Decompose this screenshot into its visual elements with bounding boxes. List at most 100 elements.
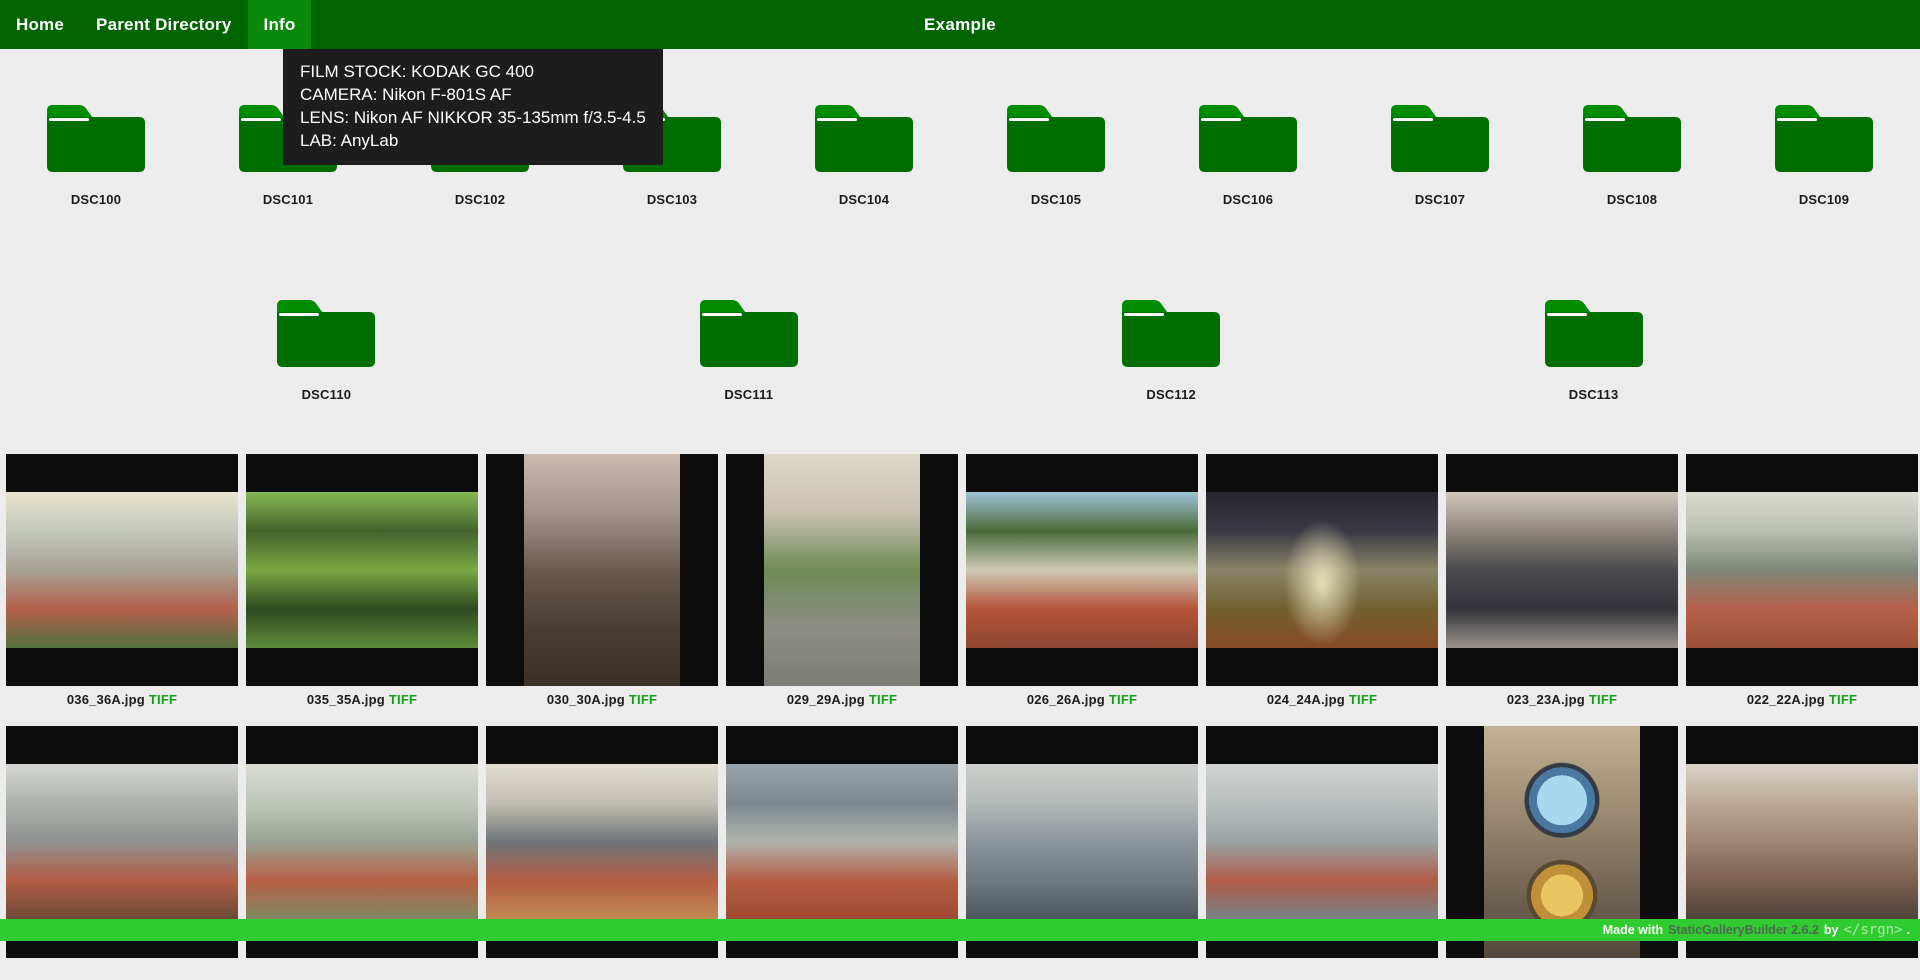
- photo-item-024_24A[interactable]: 024_24A.jpg TIFF: [1206, 454, 1438, 708]
- folder-label: DSC113: [1569, 387, 1619, 402]
- photo-item-row2-3[interactable]: [486, 726, 718, 980]
- photo-filename: 029_29A.jpg: [787, 692, 865, 707]
- folder-dsc105[interactable]: DSC105: [960, 99, 1152, 294]
- folder-icon: [276, 294, 376, 367]
- folder-dsc113[interactable]: DSC113: [1498, 294, 1690, 402]
- photo-filename: 024_24A.jpg: [1267, 692, 1345, 707]
- photo-format-link[interactable]: TIFF: [1829, 692, 1857, 707]
- footer-brand-link[interactable]: </srgn>: [1844, 922, 1903, 938]
- photo-item-036_36A[interactable]: 036_36A.jpgTIFF: [6, 454, 238, 708]
- photo-format-link[interactable]: TIFF: [1589, 692, 1617, 707]
- photo-cell[interactable]: [726, 454, 958, 686]
- photo-item-row2-1[interactable]: [6, 726, 238, 980]
- photo-item-022_22A[interactable]: 022_22A.jpgTIFF: [1686, 454, 1918, 708]
- photo-cell[interactable]: [246, 454, 478, 686]
- tooltip-line: CAMERA: Nikon F-801S AF: [300, 83, 646, 106]
- photo-thumbnail: [1206, 764, 1438, 920]
- photo-cell[interactable]: [486, 454, 718, 686]
- photo-format-link[interactable]: TIFF: [389, 692, 417, 707]
- photo-thumbnail: [246, 764, 478, 920]
- photo-item-030_30A[interactable]: 030_30A.jpg TIFF: [486, 454, 718, 708]
- photo-item-row2-2[interactable]: [246, 726, 478, 980]
- photo-cell[interactable]: [1446, 454, 1678, 686]
- folder-label: DSC101: [263, 192, 313, 207]
- tooltip-line: LENS: Nikon AF NIKKOR 35-135mm f/3.5-4.5: [300, 106, 646, 129]
- photo-item-row2-6[interactable]: [1206, 726, 1438, 980]
- folder-label: DSC112: [1146, 387, 1196, 402]
- photo-thumbnail: [1206, 492, 1438, 648]
- tooltip-line: LAB: AnyLab: [300, 129, 646, 152]
- footer-bar: Made with StaticGalleryBuilder 2.6.2 by …: [0, 919, 1920, 941]
- photo-label: [1206, 964, 1438, 980]
- folder-dsc100[interactable]: DSC100: [0, 99, 192, 294]
- folder-dsc110[interactable]: DSC110: [230, 294, 422, 402]
- folder-label: DSC105: [1031, 192, 1081, 207]
- folder-label: DSC100: [71, 192, 121, 207]
- folder-icon: [1390, 99, 1490, 172]
- folder-dsc112[interactable]: DSC112: [1075, 294, 1267, 402]
- folder-dsc107[interactable]: DSC107: [1344, 99, 1536, 294]
- photo-item-023_23A[interactable]: 023_23A.jpg TIFF: [1446, 454, 1678, 708]
- footer-made-with: Made with: [1603, 923, 1663, 937]
- photo-label: [486, 964, 718, 980]
- photo-label: 026_26A.jpg TIFF: [966, 692, 1198, 708]
- photo-thumbnail: [726, 764, 958, 920]
- photo-item-row2-4[interactable]: [726, 726, 958, 980]
- folder-label: DSC103: [647, 192, 697, 207]
- photo-format-link[interactable]: TIFF: [149, 692, 177, 707]
- folder-label: DSC102: [455, 192, 505, 207]
- photo-item-row2-8[interactable]: [1686, 726, 1918, 980]
- photo-filename: 035_35A.jpg: [307, 692, 385, 707]
- photo-format-link[interactable]: TIFF: [629, 692, 657, 707]
- photo-grid: 036_36A.jpgTIFF035_35A.jpgTIFF030_30A.jp…: [0, 454, 1920, 980]
- nav-items: HomeParent DirectoryInfo: [0, 0, 311, 49]
- folder-label: DSC111: [724, 387, 773, 402]
- nav-bar: HomeParent DirectoryInfo Example: [0, 0, 1920, 49]
- photo-label: 035_35A.jpg TIFF: [246, 692, 478, 708]
- folder-icon: [1121, 294, 1221, 367]
- nav-item-home[interactable]: Home: [0, 0, 80, 49]
- photo-cell[interactable]: [1686, 454, 1918, 686]
- page-title: Example: [924, 0, 996, 49]
- photo-item-029_29A[interactable]: 029_29A.jpg TIFF: [726, 454, 958, 708]
- photo-thumbnail: [524, 454, 680, 686]
- photo-format-link[interactable]: TIFF: [869, 692, 897, 707]
- photo-cell[interactable]: [6, 454, 238, 686]
- photo-thumbnail: [246, 492, 478, 648]
- photo-format-link[interactable]: TIFF: [1109, 692, 1137, 707]
- nav-item-parent-directory[interactable]: Parent Directory: [80, 0, 247, 49]
- nav-item-info[interactable]: Info: [248, 0, 312, 49]
- photo-item-row2-7[interactable]: [1446, 726, 1678, 980]
- photo-filename: 023_23A.jpg: [1507, 692, 1585, 707]
- photo-label: 029_29A.jpg TIFF: [726, 692, 958, 708]
- photo-cell[interactable]: [1206, 454, 1438, 686]
- folder-label: DSC104: [839, 192, 889, 207]
- photo-thumbnail: [6, 492, 238, 648]
- photo-label: [6, 964, 238, 980]
- photo-filename: 030_30A.jpg: [547, 692, 625, 707]
- folder-icon: [1774, 99, 1874, 172]
- photo-label: 023_23A.jpg TIFF: [1446, 692, 1678, 708]
- photo-item-026_26A[interactable]: 026_26A.jpg TIFF: [966, 454, 1198, 708]
- folder-dsc104[interactable]: DSC104: [768, 99, 960, 294]
- photo-thumbnail: [966, 764, 1198, 920]
- folder-icon: [1006, 99, 1106, 172]
- photo-thumbnail: [486, 764, 718, 920]
- folder-dsc109[interactable]: DSC109: [1728, 99, 1920, 294]
- photo-cell[interactable]: [966, 454, 1198, 686]
- photo-thumbnail: [1686, 492, 1918, 648]
- photo-item-035_35A[interactable]: 035_35A.jpg TIFF: [246, 454, 478, 708]
- folder-icon: [1582, 99, 1682, 172]
- footer-by: by: [1824, 923, 1839, 937]
- photo-label: 030_30A.jpg TIFF: [486, 692, 718, 708]
- photo-thumbnail: [1686, 764, 1918, 920]
- folder-dsc106[interactable]: DSC106: [1152, 99, 1344, 294]
- photo-format-link[interactable]: TIFF: [1349, 692, 1377, 707]
- folder-icon: [1544, 294, 1644, 367]
- photo-item-row2-5[interactable]: [966, 726, 1198, 980]
- folder-dsc108[interactable]: DSC108: [1536, 99, 1728, 294]
- photo-label: [1446, 964, 1678, 980]
- photo-label: [1686, 964, 1918, 980]
- folder-dsc111[interactable]: DSC111: [653, 294, 845, 402]
- photo-filename: 026_26A.jpg: [1027, 692, 1105, 707]
